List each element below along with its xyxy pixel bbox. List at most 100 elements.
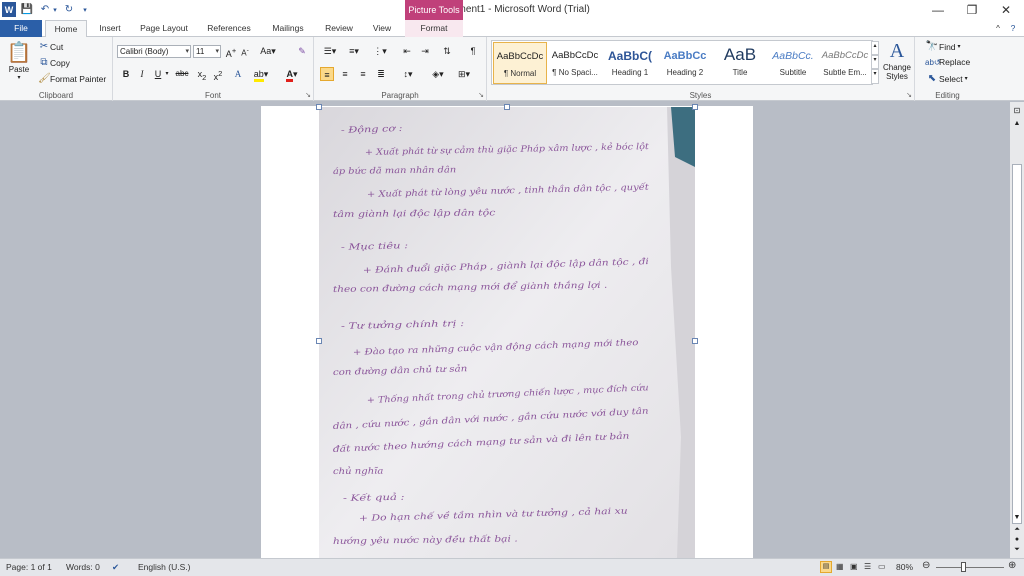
- clear-formatting-button[interactable]: ✎: [295, 44, 309, 58]
- help-icon[interactable]: ?: [1006, 20, 1020, 37]
- line-spacing-button[interactable]: ↕▾: [398, 67, 418, 81]
- previous-page-icon[interactable]: ⏶: [1012, 526, 1022, 534]
- browse-object-icon[interactable]: ●: [1012, 536, 1022, 543]
- cut-button[interactable]: ✂ Cut: [38, 41, 63, 52]
- italic-button[interactable]: I: [135, 67, 149, 81]
- dialog-launcher-icon[interactable]: ↘: [305, 91, 311, 99]
- strikethrough-button[interactable]: abc: [173, 67, 191, 81]
- dialog-launcher-icon[interactable]: ↘: [906, 91, 912, 99]
- web-layout-view-icon[interactable]: ▣: [850, 562, 858, 571]
- align-center-button[interactable]: ≡: [338, 67, 352, 81]
- borders-button[interactable]: ⊞▾: [454, 67, 474, 81]
- dialog-launcher-icon[interactable]: ↘: [478, 91, 484, 99]
- language-indicator[interactable]: English (U.S.): [138, 562, 190, 572]
- proofing-icon[interactable]: ✔: [112, 562, 119, 573]
- resize-handle-ml[interactable]: [316, 338, 322, 344]
- font-name-combo[interactable]: Calibri (Body) ▾: [117, 45, 191, 58]
- minimize-ribbon-icon[interactable]: ^: [992, 20, 1004, 37]
- show-formatting-button[interactable]: ¶: [466, 44, 480, 58]
- tab-insert[interactable]: Insert: [92, 20, 128, 37]
- zoom-in-icon[interactable]: ⊕: [1008, 560, 1016, 571]
- style-name: Title: [732, 68, 748, 77]
- style-heading-1[interactable]: AaBbC( Heading 1: [603, 42, 657, 84]
- zoom-slider[interactable]: [936, 567, 1004, 568]
- style-normal[interactable]: AaBbCcDc ¶ Normal: [493, 42, 547, 84]
- align-right-button[interactable]: ≡: [356, 67, 370, 81]
- font-group-label: Font: [204, 91, 221, 100]
- style-no-spacing[interactable]: AaBbCcDc ¶ No Spaci...: [548, 42, 602, 84]
- page-count[interactable]: Page: 1 of 1: [6, 562, 52, 572]
- numbering-button[interactable]: ≡▾: [344, 44, 364, 58]
- style-name: Subtitle: [779, 68, 807, 77]
- replace-button[interactable]: ab↺ Replace: [925, 57, 970, 67]
- text-effects-button[interactable]: A: [231, 67, 245, 81]
- tab-file[interactable]: File: [0, 20, 42, 37]
- superscript-button[interactable]: x2: [211, 67, 225, 82]
- select-button[interactable]: ⬉ Select ▾: [925, 73, 968, 84]
- zoom-level[interactable]: 80%: [896, 562, 913, 572]
- minimize-icon[interactable]: —: [922, 0, 954, 20]
- tab-mailings[interactable]: Mailings: [264, 20, 312, 37]
- print-layout-view-icon[interactable]: ▤: [820, 561, 832, 573]
- tab-home[interactable]: Home: [45, 20, 87, 38]
- style-subtle-emphasis[interactable]: AaBbCcDc Subtle Em...: [818, 42, 872, 84]
- tab-format[interactable]: Format: [405, 20, 463, 37]
- document-workspace: - Động cơ : + Xuất phát từ sự cảm thù giặ…: [0, 102, 1010, 562]
- underline-dropdown-icon[interactable]: ▾: [163, 67, 171, 81]
- grow-font-button[interactable]: A+: [224, 44, 238, 59]
- paste-button[interactable]: 📋 Paste ▾: [4, 40, 34, 86]
- resize-handle-tc[interactable]: [504, 104, 510, 110]
- scroll-down-icon[interactable]: ▼: [1012, 514, 1022, 521]
- restore-icon[interactable]: ❐: [956, 0, 988, 20]
- vertical-scrollbar[interactable]: ⊡ ▲ ▼ ⏶ ● ⏷: [1010, 102, 1024, 558]
- paintbrush-icon: 🖌: [38, 73, 51, 84]
- resize-handle-tr[interactable]: [692, 104, 698, 110]
- find-button[interactable]: 🔭 Find ▾: [925, 41, 961, 52]
- close-icon[interactable]: ✕: [990, 0, 1022, 20]
- word-count[interactable]: Words: 0: [66, 562, 100, 572]
- draft-view-icon[interactable]: ▭: [878, 562, 886, 571]
- change-styles-button[interactable]: A Change Styles: [881, 40, 913, 86]
- tab-view[interactable]: View: [364, 20, 400, 37]
- bold-button[interactable]: B: [119, 67, 133, 81]
- gallery-scroll-down-icon[interactable]: ▾: [871, 55, 879, 69]
- highlight-button[interactable]: ab▾: [251, 67, 271, 82]
- bullets-button[interactable]: ☰▾: [320, 44, 340, 58]
- multilevel-list-button[interactable]: ⋮▾: [370, 44, 390, 58]
- change-styles-icon: A: [889, 40, 905, 62]
- scroll-thumb[interactable]: [1012, 164, 1022, 524]
- full-screen-view-icon[interactable]: ▦: [836, 562, 844, 571]
- style-subtitle[interactable]: AaBbCc. Subtitle: [766, 42, 820, 84]
- align-left-button[interactable]: ≡: [320, 67, 334, 81]
- justify-button[interactable]: ≣: [374, 67, 388, 81]
- tab-review[interactable]: Review: [318, 20, 360, 37]
- style-sample: AaB: [723, 45, 757, 64]
- gallery-scroll-up-icon[interactable]: ▴: [871, 41, 879, 55]
- change-case-button[interactable]: Aa▾: [258, 44, 278, 58]
- tab-page-layout[interactable]: Page Layout: [134, 20, 194, 37]
- outline-view-icon[interactable]: ☰: [864, 562, 871, 571]
- decrease-indent-button[interactable]: ⇤: [400, 44, 414, 58]
- copy-button[interactable]: ⧉ Copy: [38, 57, 69, 68]
- style-title[interactable]: AaB Title: [713, 42, 767, 84]
- style-heading-2[interactable]: AaBbCc Heading 2: [658, 42, 712, 84]
- resize-handle-mr[interactable]: [692, 338, 698, 344]
- zoom-out-icon[interactable]: ⊖: [922, 560, 930, 571]
- shading-button[interactable]: ◈▾: [428, 67, 448, 81]
- shrink-font-button[interactable]: A-: [238, 44, 252, 58]
- format-painter-button[interactable]: 🖌 Format Painter: [38, 73, 106, 84]
- scroll-up-icon[interactable]: ▲: [1012, 120, 1022, 127]
- subscript-button[interactable]: x2: [195, 67, 209, 82]
- font-color-button[interactable]: A▾: [281, 67, 303, 82]
- gallery-more-icon[interactable]: ▾: [871, 69, 879, 84]
- increase-indent-button[interactable]: ⇥: [418, 44, 432, 58]
- resize-handle-tl[interactable]: [316, 104, 322, 110]
- tab-references[interactable]: References: [200, 20, 258, 37]
- zoom-slider-thumb[interactable]: [961, 562, 966, 572]
- inserted-picture[interactable]: - Động cơ : + Xuất phát từ sự cảm thù giặ…: [319, 107, 695, 558]
- font-size-combo[interactable]: 11 ▾: [193, 45, 221, 58]
- sort-button[interactable]: ⇅: [440, 44, 454, 58]
- clipboard-group: 📋 Paste ▾ ✂ Cut ⧉ Copy 🖌 Format Painter …: [0, 37, 113, 101]
- next-page-icon[interactable]: ⏷: [1012, 546, 1022, 554]
- ruler-toggle-icon[interactable]: ⊡: [1012, 106, 1022, 116]
